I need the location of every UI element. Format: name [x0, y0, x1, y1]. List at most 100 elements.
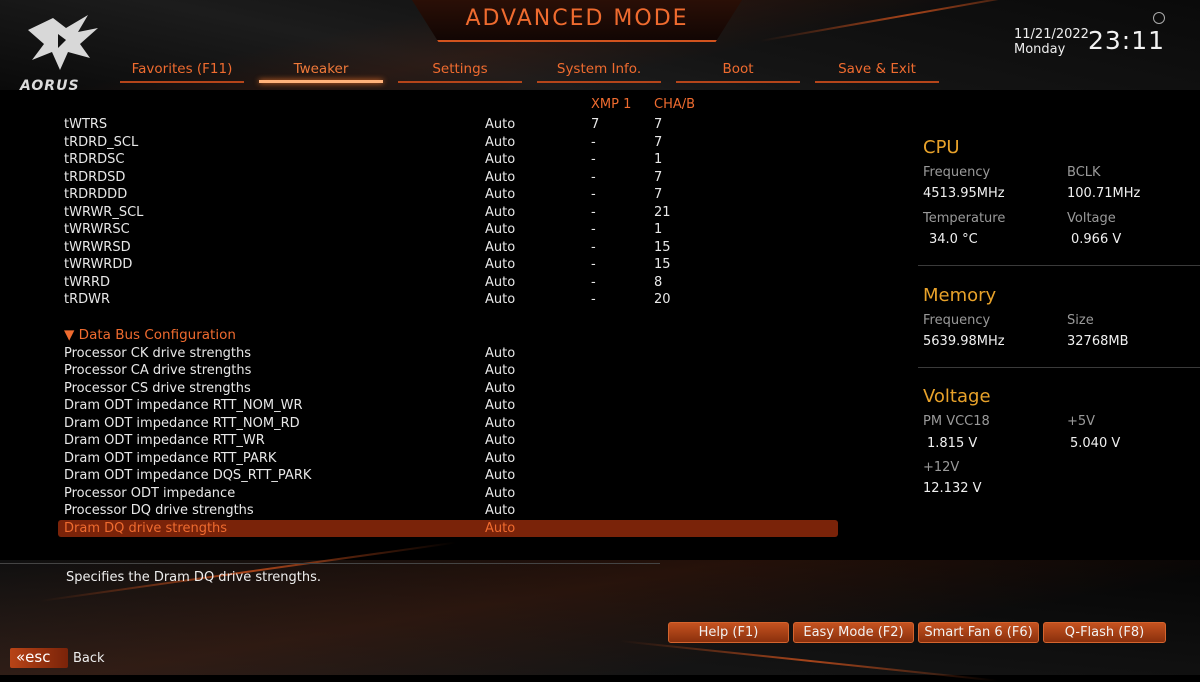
setting-value: Auto — [485, 222, 516, 237]
setting-value: Auto — [485, 292, 516, 307]
cpu-voltage-label: Voltage — [1067, 211, 1116, 226]
setting-row[interactable]: tRDRD_SCL Auto - 7 — [58, 134, 838, 152]
setting-row[interactable]: tRDRDDD Auto - 7 — [58, 186, 838, 204]
memory-heading: Memory — [923, 285, 997, 306]
setting-row[interactable]: tWRWRSC Auto - 1 — [58, 221, 838, 239]
back-button[interactable]: Back — [73, 651, 105, 666]
setting-name: Processor DQ drive strengths — [64, 503, 254, 518]
setting-name: tRDWR — [64, 292, 111, 307]
easy-mode-button[interactable]: Easy Mode (F2) — [793, 622, 914, 643]
setting-value: Auto — [485, 169, 516, 185]
section-data-bus-configuration[interactable]: ▼ Data Bus Configuration — [64, 327, 236, 343]
xmp-value: - — [591, 187, 596, 202]
setting-row[interactable]: Dram ODT impedance RTT_NOM_WR Auto — [58, 397, 838, 415]
setting-row[interactable]: tRDWR Auto - 20 — [58, 291, 838, 309]
panel-divider — [918, 367, 1200, 368]
setting-row[interactable]: tWRWRSD Auto - 15 — [58, 239, 838, 257]
setting-row[interactable]: Dram ODT impedance DQS_RTT_PARK Auto — [58, 467, 838, 485]
setting-row[interactable]: tRDRDSD Auto - 7 — [58, 169, 838, 187]
setting-value: Auto — [485, 274, 516, 290]
setting-row[interactable]: tWRWRDD Auto - 15 — [58, 256, 838, 274]
tab-favorites[interactable]: Favorites (F11) — [120, 61, 244, 83]
setting-value: Auto — [485, 363, 516, 378]
setting-name: Processor CS drive strengths — [64, 380, 251, 396]
cha-value: 1 — [654, 152, 663, 167]
cpu-temperature-label: Temperature — [923, 211, 1006, 226]
setting-name: Processor CK drive strengths — [64, 345, 252, 361]
cha-value: 7 — [654, 117, 663, 132]
tab-settings[interactable]: Settings — [398, 61, 522, 83]
q-flash-button[interactable]: Q-Flash (F8) — [1043, 622, 1166, 643]
cpu-frequency-label: Frequency — [923, 165, 991, 180]
setting-name: Dram DQ drive strengths — [64, 520, 228, 536]
setting-row[interactable]: Dram ODT impedance RTT_NOM_RD Auto — [58, 415, 838, 433]
xmp-value: - — [591, 152, 596, 167]
smart-fan-button[interactable]: Smart Fan 6 (F6) — [918, 622, 1039, 643]
setting-row[interactable]: tRDRDSC Auto - 1 — [58, 151, 838, 169]
setting-name: Dram ODT impedance RTT_NOM_WR — [64, 398, 303, 413]
setting-value: Auto — [485, 433, 516, 448]
setting-row[interactable]: tWTRS Auto 7 7 — [58, 116, 838, 134]
setting-name: Processor CA drive strengths — [64, 363, 252, 378]
gear-icon[interactable] — [1153, 12, 1165, 24]
tab-boot[interactable]: Boot — [676, 61, 800, 83]
setting-value: Auto — [485, 380, 516, 396]
setting-value: Auto — [485, 415, 516, 431]
esc-label: «esc — [16, 648, 51, 666]
date-display: 11/21/2022 Monday — [1014, 27, 1089, 57]
cpu-frequency-value: 4513.95MHz — [923, 186, 1005, 201]
xmp-value: 7 — [591, 117, 600, 132]
cpu-voltage-value: 0.966 V — [1071, 232, 1122, 247]
setting-row[interactable]: Processor CS drive strengths Auto — [58, 380, 838, 398]
5v-value: 5.040 V — [1070, 436, 1121, 451]
setting-value: Auto — [485, 257, 516, 272]
help-text: Specifies the Dram DQ drive strengths. — [66, 570, 322, 585]
cha-value: 7 — [654, 169, 663, 185]
setting-row[interactable]: Processor ODT impedance Auto — [58, 485, 838, 503]
clock: 23:11 — [1088, 26, 1166, 55]
setting-name: tWRWRDD — [64, 257, 133, 272]
xmp-value: - — [591, 257, 596, 272]
cpu-bclk-value: 100.71MHz — [1067, 186, 1141, 201]
column-header-xmp: XMP 1 — [591, 97, 632, 112]
setting-value: Auto — [485, 503, 516, 518]
xmp-value: - — [591, 204, 596, 220]
setting-value: Auto — [485, 204, 516, 220]
setting-value: Auto — [485, 450, 516, 466]
cpu-bclk-label: BCLK — [1067, 165, 1101, 180]
logo-text: AORUS — [20, 78, 80, 94]
setting-row-selected[interactable]: Dram DQ drive strengths Auto — [58, 519, 838, 537]
setting-name: tRDRDSC — [64, 152, 125, 167]
setting-name: tWRWRSD — [64, 239, 131, 255]
setting-value: Auto — [485, 134, 516, 150]
tab-system-info[interactable]: System Info. — [537, 61, 661, 83]
setting-name: tRDRDDD — [64, 187, 128, 202]
tab-save-exit[interactable]: Save & Exit — [815, 61, 939, 83]
setting-row[interactable]: tWRWR_SCL Auto - 21 — [58, 204, 838, 222]
setting-row[interactable]: Processor DQ drive strengths Auto — [58, 502, 838, 520]
setting-row[interactable]: Dram ODT impedance RTT_WR Auto — [58, 432, 838, 450]
setting-row[interactable]: Dram ODT impedance RTT_PARK Auto — [58, 450, 838, 468]
cha-value: 8 — [654, 274, 663, 290]
setting-row[interactable]: Processor CK drive strengths Auto — [58, 345, 838, 363]
setting-row[interactable]: tWRRD Auto - 8 — [58, 274, 838, 292]
pm-vcc18-value: 1.815 V — [927, 436, 978, 451]
help-button[interactable]: Help (F1) — [668, 622, 789, 643]
setting-value: Auto — [485, 520, 516, 536]
cpu-temperature-value: 34.0 °C — [929, 232, 978, 247]
xmp-value: - — [591, 222, 596, 237]
setting-row[interactable]: Processor CA drive strengths Auto — [58, 362, 838, 380]
tab-tweaker[interactable]: Tweaker — [259, 61, 383, 83]
setting-name: tWRRD — [64, 274, 111, 290]
voltage-heading: Voltage — [923, 386, 991, 407]
12v-label: +12V — [923, 460, 960, 475]
setting-name: tWRWR_SCL — [64, 204, 144, 220]
cha-value: 1 — [654, 222, 663, 237]
column-header-cha: CHA/B — [654, 97, 696, 112]
page-title: ADVANCED MODE — [465, 6, 689, 31]
xmp-value: - — [591, 134, 596, 150]
xmp-value: - — [591, 274, 596, 290]
setting-name: Dram ODT impedance RTT_NOM_RD — [64, 415, 300, 431]
memory-frequency-value: 5639.98MHz — [923, 334, 1005, 349]
cha-value: 7 — [654, 134, 663, 150]
